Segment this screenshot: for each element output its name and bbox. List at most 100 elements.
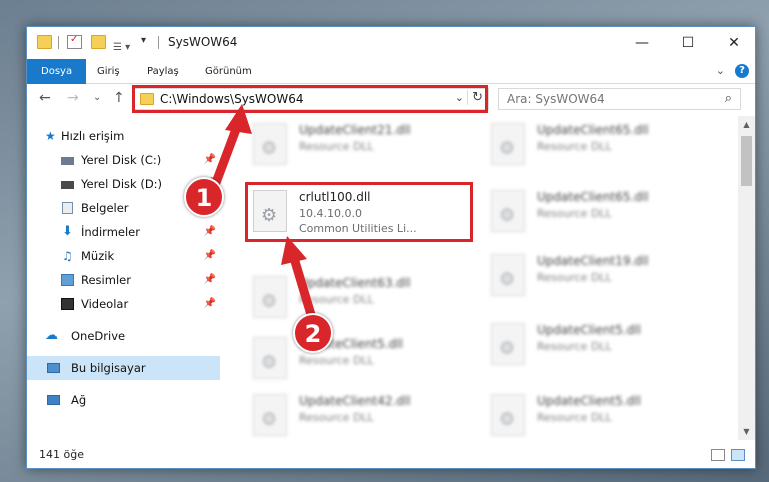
search-box[interactable]: ⌕ <box>498 88 741 110</box>
up-button[interactable]: ↑ <box>113 90 125 106</box>
dll-file-icon: ⚙ <box>491 323 525 365</box>
sidebar-item-this-pc[interactable]: Bu bilgisayar <box>27 356 220 380</box>
tab-share[interactable]: Paylaş <box>133 59 193 84</box>
navigation-bar: ← → ⌄ ↑ C:\Windows\SysWOW64 ⌄ ↻ ⌕ <box>27 84 755 116</box>
music-icon: ♫ <box>62 249 73 263</box>
list-item[interactable]: ⚙ UpdateClient65.dll Resource DLL <box>489 188 709 234</box>
file-description: Common Utilities Li... <box>299 222 417 235</box>
file-description: Resource DLL <box>537 140 612 153</box>
file-name: UpdateClient5.dll <box>537 323 641 337</box>
sidebar-item-label: İndirmeler <box>81 225 140 239</box>
separator <box>158 36 159 49</box>
pin-icon: 📌 <box>203 226 216 237</box>
ribbon-collapse-button[interactable]: ⌄ <box>716 64 725 77</box>
back-button[interactable]: ← <box>39 90 51 106</box>
pin-icon: 📌 <box>203 298 216 309</box>
document-icon <box>62 202 73 214</box>
sidebar-item-downloads[interactable]: ⬇ İndirmeler 📌 <box>27 220 220 244</box>
sidebar-item-quick-access[interactable]: ★ Hızlı erişim <box>27 124 220 148</box>
gear-icon: ⚙ <box>261 352 278 373</box>
title-bar: ✓ ☰ ▾ ▾ SysWOW64 — ☐ ✕ <box>27 27 755 59</box>
tab-home[interactable]: Giriş <box>83 59 134 84</box>
list-item[interactable]: ⚙ UpdateClient19.dll Resource DLL <box>489 252 709 298</box>
customize-toolbar-icon[interactable]: ☰ ▾ <box>113 35 135 53</box>
dll-file-icon: ⚙ <box>253 337 287 379</box>
gear-icon: ⚙ <box>261 138 278 159</box>
star-icon: ★ <box>45 129 56 143</box>
file-description: Resource DLL <box>299 411 374 424</box>
list-item-crlutl100[interactable]: ⚙ crlutl100.dll 10.4.10.0.0 Common Utili… <box>251 188 471 235</box>
recent-locations-button[interactable]: ⌄ <box>93 92 101 103</box>
annotation-badge-1: 1 <box>184 177 224 217</box>
ribbon-tabs: Dosya Giriş Paylaş Görünüm ⌄ ? <box>27 59 755 84</box>
tab-view[interactable]: Görünüm <box>191 59 266 84</box>
vertical-scrollbar[interactable]: ▲ ▼ <box>738 116 755 440</box>
minimize-button[interactable]: — <box>619 27 665 59</box>
file-description: Resource DLL <box>299 293 374 306</box>
file-name: UpdateClient5.dll <box>537 394 641 408</box>
navigation-pane: ★ Hızlı erişim Yerel Disk (C:) 📌 Yerel D… <box>27 116 220 440</box>
list-item[interactable]: ⚙ UpdateClient42.dll Resource DLL <box>251 392 471 438</box>
sidebar-item-label: Belgeler <box>81 201 129 215</box>
file-name: crlutl100.dll <box>299 190 371 204</box>
gear-icon: ⚙ <box>499 338 516 359</box>
details-view-icon[interactable] <box>711 449 725 461</box>
sidebar-item-label: Resimler <box>81 273 131 287</box>
sidebar-item-onedrive[interactable]: ☁ OneDrive <box>27 324 220 348</box>
dll-file-icon: ⚙ <box>253 123 287 165</box>
quick-access-dropdown[interactable]: ▾ <box>141 35 146 46</box>
address-dropdown-button[interactable]: ⌄ <box>455 91 464 104</box>
search-icon[interactable]: ⌕ <box>725 91 732 106</box>
scroll-thumb[interactable] <box>741 136 752 186</box>
file-list: ⚙ UpdateClient21.dll Resource DLL ⚙ crlu… <box>245 116 735 440</box>
gear-icon: ⚙ <box>499 269 516 290</box>
picture-icon <box>61 274 74 286</box>
annotation-badge-2: 2 <box>293 313 333 353</box>
sidebar-item-label: Yerel Disk (C:) <box>81 153 162 167</box>
tab-file[interactable]: Dosya <box>27 59 87 84</box>
file-version: 10.4.10.0.0 <box>299 207 362 220</box>
list-item[interactable]: ⚙ UpdateClient5.dll Resource DLL <box>251 335 471 381</box>
dll-file-icon: ⚙ <box>253 190 287 232</box>
list-item[interactable]: ⚙ UpdateClient63.dll Resource DLL <box>251 274 471 320</box>
list-item[interactable]: ⚙ UpdateClient65.dll Resource DLL <box>489 121 709 167</box>
dll-file-icon: ⚙ <box>491 190 525 232</box>
sidebar-item-disk-c[interactable]: Yerel Disk (C:) 📌 <box>27 148 220 172</box>
list-item[interactable]: ⚙ UpdateClient5.dll Resource DLL <box>489 321 709 367</box>
sidebar-item-label: OneDrive <box>71 329 126 343</box>
status-bar: 141 öğe <box>27 440 755 468</box>
gear-icon: ⚙ <box>261 291 278 312</box>
sidebar-item-videos[interactable]: Videolar 📌 <box>27 292 220 316</box>
address-bar[interactable]: C:\Windows\SysWOW64 ⌄ ↻ <box>133 88 489 110</box>
cloud-icon: ☁ <box>45 328 58 343</box>
large-icons-view-icon[interactable] <box>731 449 745 461</box>
close-button[interactable]: ✕ <box>711 27 755 59</box>
file-name: UpdateClient65.dll <box>537 190 649 204</box>
list-item[interactable]: ⚙ UpdateClient5.dll Resource DLL <box>489 392 709 438</box>
properties-icon[interactable]: ✓ <box>67 34 82 49</box>
gear-icon: ⚙ <box>499 205 516 226</box>
file-name: UpdateClient21.dll <box>299 123 411 137</box>
maximize-button[interactable]: ☐ <box>665 27 711 59</box>
scroll-up-arrow[interactable]: ▲ <box>738 116 755 133</box>
sidebar-item-network[interactable]: Ağ <box>27 388 220 412</box>
address-path[interactable]: C:\Windows\SysWOW64 <box>160 92 304 106</box>
network-icon <box>47 395 60 405</box>
chevron-down-icon: ☰ ▾ <box>113 42 131 53</box>
sidebar-item-pictures[interactable]: Resimler 📌 <box>27 268 220 292</box>
file-description: Resource DLL <box>537 207 612 220</box>
search-input[interactable] <box>507 92 707 106</box>
dll-file-icon: ⚙ <box>491 394 525 436</box>
refresh-button[interactable]: ↻ <box>467 90 483 105</box>
scroll-down-arrow[interactable]: ▼ <box>738 423 755 440</box>
file-description: Resource DLL <box>537 271 612 284</box>
help-icon[interactable]: ? <box>735 64 749 78</box>
file-description: Resource DLL <box>537 411 612 424</box>
list-item[interactable]: ⚙ UpdateClient21.dll Resource DLL <box>251 121 471 167</box>
forward-button[interactable]: → <box>67 90 79 106</box>
new-folder-icon[interactable] <box>91 35 106 49</box>
window-title: SysWOW64 <box>168 35 238 49</box>
gear-icon: ⚙ <box>261 205 278 226</box>
sidebar-item-music[interactable]: ♫ Müzik 📌 <box>27 244 220 268</box>
dll-file-icon: ⚙ <box>253 276 287 318</box>
